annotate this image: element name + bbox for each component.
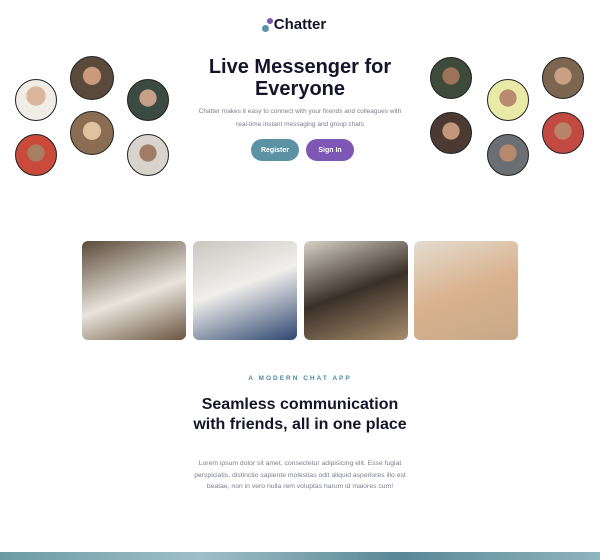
- section-title: Seamless communication with friends, all…: [193, 396, 407, 433]
- avatar: [127, 79, 169, 121]
- hero-title: Live Messenger for Everyone: [208, 56, 392, 100]
- avatar: [70, 56, 114, 100]
- sign-in-button[interactable]: Sign In: [306, 139, 354, 161]
- register-button[interactable]: Register: [251, 139, 299, 161]
- avatar: [487, 79, 529, 121]
- photo-woman-laptop: [304, 241, 408, 340]
- section-eyebrow: A MODERN CHAT APP: [248, 375, 352, 382]
- avatar: [15, 79, 57, 121]
- avatar: [542, 112, 584, 154]
- logo-dot-icon: [266, 18, 273, 24]
- photo-man-phone: [82, 241, 186, 340]
- logo-dot-icon: [261, 25, 269, 32]
- avatar: [127, 134, 169, 176]
- photo-friends-group: [414, 241, 518, 340]
- avatar: [15, 134, 57, 176]
- brand-name: Chatter: [273, 16, 327, 33]
- logo[interactable]: Chatter: [0, 16, 600, 34]
- section-body: Lorem ipsum dolor sit amet, consectetur …: [194, 460, 406, 490]
- avatar: [430, 57, 472, 99]
- hero-subtitle: Chatter makes it easy to connect with yo…: [198, 108, 402, 128]
- avatar: [487, 134, 529, 176]
- footer-image-band: [0, 552, 600, 560]
- avatar: [430, 112, 472, 154]
- photo-video-call: [193, 241, 297, 340]
- avatar: [542, 57, 584, 99]
- avatar: [70, 111, 114, 155]
